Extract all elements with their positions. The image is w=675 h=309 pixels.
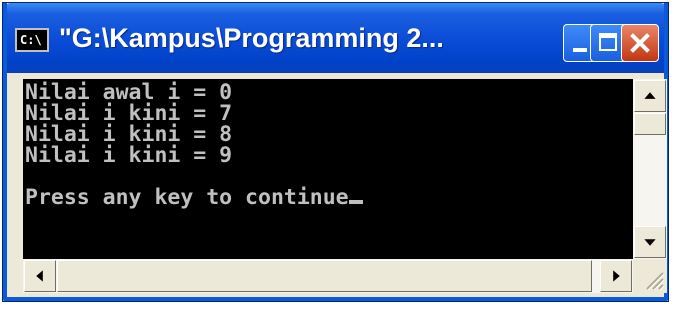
scroll-up-button[interactable] bbox=[634, 80, 666, 112]
arrow-up-icon bbox=[644, 92, 656, 99]
arrow-right-icon bbox=[613, 270, 620, 282]
console-text: Nilai awal i = 0 Nilai i kini = 7 Nilai … bbox=[23, 79, 633, 208]
console-line: Nilai i kini = 9 bbox=[25, 143, 233, 168]
scroll-down-button[interactable] bbox=[634, 226, 666, 258]
arrow-left-icon bbox=[36, 270, 43, 282]
resize-grip[interactable] bbox=[633, 259, 667, 293]
text-cursor bbox=[348, 200, 363, 204]
arrow-down-icon bbox=[644, 239, 656, 246]
horizontal-scrollbar[interactable] bbox=[23, 259, 633, 293]
vertical-scrollbar[interactable] bbox=[633, 79, 667, 259]
horizontal-scroll-thumb[interactable] bbox=[57, 260, 592, 292]
console-output[interactable]: Nilai awal i = 0 Nilai i kini = 7 Nilai … bbox=[23, 79, 633, 259]
console-window: C:\ "G:\Kampus\Programming 2... Nilai aw… bbox=[2, 2, 669, 302]
vertical-scroll-thumb[interactable] bbox=[634, 113, 666, 135]
scroll-right-button[interactable] bbox=[600, 260, 632, 292]
resize-grip-icon bbox=[646, 272, 665, 291]
scroll-left-button[interactable] bbox=[24, 260, 56, 292]
console-line: Press any key to continue bbox=[25, 185, 349, 210]
